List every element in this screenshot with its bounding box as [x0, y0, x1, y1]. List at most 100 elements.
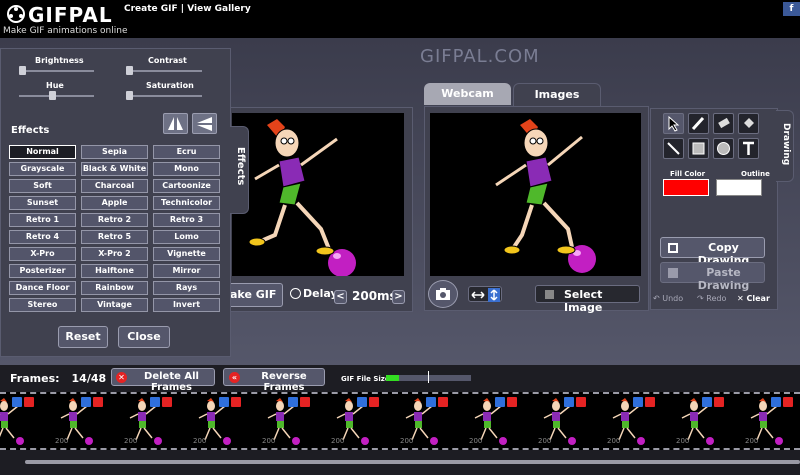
- frame-thumbnail[interactable]: 200: [737, 397, 797, 448]
- ellipse-tool[interactable]: [713, 138, 734, 159]
- reset-button[interactable]: Reset: [58, 326, 108, 348]
- effect-retro-5-button[interactable]: Retro 5: [81, 230, 148, 244]
- effect-retro-1-button[interactable]: Retro 1: [9, 213, 76, 227]
- effect-retro-3-button[interactable]: Retro 3: [153, 213, 220, 227]
- text-tool[interactable]: [738, 138, 759, 159]
- effect-dance-floor-button[interactable]: Dance Floor: [9, 281, 76, 295]
- hue-slider[interactable]: [19, 95, 94, 97]
- delete-frame-icon[interactable]: [507, 397, 517, 407]
- contrast-knob[interactable]: [126, 66, 133, 75]
- effect-normal-button[interactable]: Normal: [9, 145, 76, 159]
- effect-rays-button[interactable]: Rays: [153, 281, 220, 295]
- frame-thumbnail[interactable]: 200: [254, 397, 314, 448]
- rectangle-tool[interactable]: [688, 138, 709, 159]
- frame-thumbnail[interactable]: 200: [530, 397, 590, 448]
- frame-thumbnail[interactable]: 200: [185, 397, 245, 448]
- edit-frame-icon[interactable]: [81, 397, 91, 407]
- delete-frame-icon[interactable]: [162, 397, 172, 407]
- flip-horizontal-button[interactable]: [163, 113, 188, 134]
- capture-button[interactable]: [428, 280, 458, 308]
- redo-button[interactable]: ↷ Redo: [697, 294, 726, 303]
- reverse-frames-button[interactable]: « Reverse Frames: [223, 368, 325, 393]
- brightness-knob[interactable]: [19, 66, 26, 75]
- site-logo[interactable]: GIFPAL: [28, 3, 113, 27]
- pencil-tool[interactable]: [688, 113, 709, 134]
- brightness-slider[interactable]: [19, 70, 94, 72]
- flip-vertical-button[interactable]: [192, 113, 217, 134]
- pointer-tool[interactable]: [663, 113, 684, 134]
- frame-thumbnail[interactable]: 200: [116, 397, 176, 448]
- delete-frame-icon[interactable]: [438, 397, 448, 407]
- edit-frame-icon[interactable]: [771, 397, 781, 407]
- effect-posterizer-button[interactable]: Posterizer: [9, 264, 76, 278]
- delete-frame-icon[interactable]: [714, 397, 724, 407]
- delete-frame-icon[interactable]: [783, 397, 793, 407]
- resize-toggle[interactable]: [468, 286, 502, 302]
- delay-increase-button[interactable]: >: [392, 290, 405, 304]
- effect-retro-2-button[interactable]: Retro 2: [81, 213, 148, 227]
- hue-knob[interactable]: [49, 91, 56, 100]
- tab-images[interactable]: Images: [513, 83, 601, 107]
- effect-sunset-button[interactable]: Sunset: [9, 196, 76, 210]
- effect-sepia-button[interactable]: Sepia: [81, 145, 148, 159]
- drawing-tab[interactable]: Drawing: [776, 110, 794, 182]
- delay-decrease-button[interactable]: <: [334, 290, 347, 304]
- top-nav[interactable]: Create GIF | View Gallery: [124, 4, 251, 14]
- fill-color-swatch[interactable]: [663, 179, 709, 196]
- effect-lomo-button[interactable]: Lomo: [153, 230, 220, 244]
- effect-charcoal-button[interactable]: Charcoal: [81, 179, 148, 193]
- effect-cartoonize-button[interactable]: Cartoonize: [153, 179, 220, 193]
- delete-frame-icon[interactable]: [24, 397, 34, 407]
- effect-mono-button[interactable]: Mono: [153, 162, 220, 176]
- edit-frame-icon[interactable]: [288, 397, 298, 407]
- delete-frame-icon[interactable]: [93, 397, 103, 407]
- effect-rainbow-button[interactable]: Rainbow: [81, 281, 148, 295]
- edit-frame-icon[interactable]: [219, 397, 229, 407]
- select-image-button[interactable]: Select Image: [535, 285, 640, 314]
- frame-thumbnail[interactable]: 200: [461, 397, 521, 448]
- delete-frame-icon[interactable]: [576, 397, 586, 407]
- paste-drawing-button[interactable]: Paste Drawing: [660, 262, 765, 292]
- delete-frame-icon[interactable]: [645, 397, 655, 407]
- effect-x-pro-2-button[interactable]: X-Pro 2: [81, 247, 148, 261]
- tab-webcam[interactable]: Webcam: [424, 83, 511, 105]
- edit-frame-icon[interactable]: [150, 397, 160, 407]
- effect-vintage-button[interactable]: Vintage: [81, 298, 148, 312]
- effect-soft-button[interactable]: Soft: [9, 179, 76, 193]
- edit-frame-icon[interactable]: [495, 397, 505, 407]
- effect-ecru-button[interactable]: Ecru: [153, 145, 220, 159]
- frame-thumbnail[interactable]: 200: [0, 397, 38, 448]
- edit-frame-icon[interactable]: [702, 397, 712, 407]
- delete-frame-icon[interactable]: [369, 397, 379, 407]
- effects-tab[interactable]: Effects: [230, 126, 249, 214]
- effect-x-pro-button[interactable]: X-Pro: [9, 247, 76, 261]
- effect-invert-button[interactable]: Invert: [153, 298, 220, 312]
- effect-retro-4-button[interactable]: Retro 4: [9, 230, 76, 244]
- saturation-knob[interactable]: [126, 91, 133, 100]
- saturation-slider[interactable]: [126, 95, 202, 97]
- close-button[interactable]: Close: [118, 326, 170, 348]
- outline-color-swatch[interactable]: [716, 179, 762, 196]
- clear-button[interactable]: ✕ Clear: [737, 294, 770, 303]
- delete-frame-icon[interactable]: [231, 397, 241, 407]
- frame-thumbnail[interactable]: 200: [392, 397, 452, 448]
- frame-thumbnail[interactable]: 200: [668, 397, 728, 448]
- fill-tool[interactable]: [738, 113, 759, 134]
- frame-thumbnail[interactable]: 200: [323, 397, 383, 448]
- effect-vignette-button[interactable]: Vignette: [153, 247, 220, 261]
- edit-frame-icon[interactable]: [12, 397, 22, 407]
- copy-drawing-button[interactable]: Copy Drawing: [660, 237, 765, 267]
- delete-all-frames-button[interactable]: ✕ Delete All Frames: [111, 368, 215, 393]
- edit-frame-icon[interactable]: [357, 397, 367, 407]
- effect-halftone-button[interactable]: Halftone: [81, 264, 148, 278]
- edit-frame-icon[interactable]: [426, 397, 436, 407]
- effect-apple-button[interactable]: Apple: [81, 196, 148, 210]
- edit-frame-icon[interactable]: [633, 397, 643, 407]
- effect-mirror-button[interactable]: Mirror: [153, 264, 220, 278]
- effect-black-white-button[interactable]: Black & White: [81, 162, 148, 176]
- effect-stereo-button[interactable]: Stereo: [9, 298, 76, 312]
- eraser-tool[interactable]: [713, 113, 734, 134]
- effect-grayscale-button[interactable]: Grayscale: [9, 162, 76, 176]
- make-gif-button[interactable]: ake GIF: [227, 283, 283, 307]
- contrast-slider[interactable]: [126, 70, 202, 72]
